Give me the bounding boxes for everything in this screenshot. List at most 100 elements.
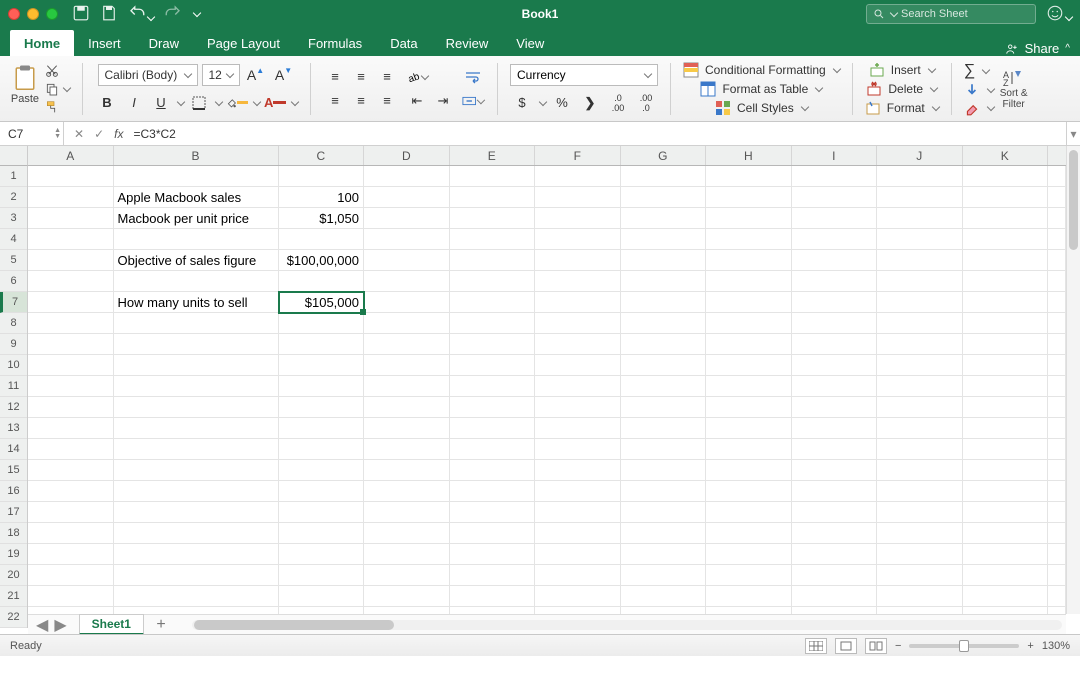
- delete-cells-button[interactable]: Delete: [866, 81, 937, 97]
- cell[interactable]: [621, 418, 707, 439]
- cell[interactable]: [114, 418, 279, 439]
- cell[interactable]: [621, 460, 707, 481]
- cell[interactable]: [450, 250, 536, 271]
- cell[interactable]: [621, 586, 707, 607]
- cell[interactable]: [450, 208, 536, 229]
- cell[interactable]: [364, 523, 450, 544]
- cell[interactable]: [535, 355, 621, 376]
- cell[interactable]: [450, 418, 536, 439]
- cell[interactable]: [28, 313, 114, 334]
- row-header[interactable]: 18: [0, 523, 27, 544]
- cell[interactable]: 100: [279, 187, 365, 208]
- align-left-button[interactable]: ≡: [323, 90, 347, 112]
- row-header[interactable]: 11: [0, 376, 27, 397]
- cell[interactable]: [792, 208, 878, 229]
- cell[interactable]: [792, 481, 878, 502]
- align-top-button[interactable]: ≡: [323, 66, 347, 88]
- cell[interactable]: [963, 271, 1049, 292]
- tab-view[interactable]: View: [502, 30, 558, 56]
- cell[interactable]: $1,050: [279, 208, 365, 229]
- cell[interactable]: [450, 292, 536, 313]
- cell[interactable]: [28, 334, 114, 355]
- cell[interactable]: [877, 271, 963, 292]
- cell[interactable]: [450, 481, 536, 502]
- increase-indent-button[interactable]: ⇥: [431, 90, 455, 112]
- cell[interactable]: [1048, 292, 1066, 313]
- decrease-font-button[interactable]: A▼: [272, 64, 296, 86]
- autosave-icon[interactable]: [72, 4, 90, 25]
- zoom-level[interactable]: 130%: [1042, 640, 1070, 652]
- cell[interactable]: [963, 439, 1049, 460]
- cell[interactable]: [621, 313, 707, 334]
- cell[interactable]: [706, 502, 792, 523]
- cell[interactable]: [28, 292, 114, 313]
- column-header[interactable]: K: [963, 146, 1049, 165]
- cell[interactable]: [877, 292, 963, 313]
- tab-page-layout[interactable]: Page Layout: [193, 30, 294, 56]
- cell[interactable]: [114, 523, 279, 544]
- cell[interactable]: [706, 565, 792, 586]
- cell[interactable]: [279, 460, 365, 481]
- tab-draw[interactable]: Draw: [135, 30, 193, 56]
- row-header[interactable]: 2: [0, 187, 27, 208]
- cell[interactable]: [792, 565, 878, 586]
- cell[interactable]: [706, 292, 792, 313]
- cell[interactable]: [28, 397, 114, 418]
- column-header[interactable]: G: [621, 146, 707, 165]
- cell[interactable]: [450, 376, 536, 397]
- cell[interactable]: [792, 439, 878, 460]
- cell[interactable]: [364, 229, 450, 250]
- qat-more-icon[interactable]: [192, 7, 200, 21]
- cell[interactable]: $100,00,000: [279, 250, 365, 271]
- column-header[interactable]: B: [114, 146, 279, 165]
- align-middle-button[interactable]: ≡: [349, 66, 373, 88]
- cell[interactable]: [621, 208, 707, 229]
- cell[interactable]: [28, 586, 114, 607]
- cell[interactable]: [963, 187, 1049, 208]
- cell[interactable]: [114, 565, 279, 586]
- cell[interactable]: [792, 418, 878, 439]
- cell[interactable]: [28, 229, 114, 250]
- cut-button[interactable]: [44, 63, 70, 79]
- cell[interactable]: [364, 586, 450, 607]
- cell[interactable]: [963, 376, 1049, 397]
- zoom-in-button[interactable]: +: [1027, 640, 1033, 652]
- cell[interactable]: [963, 460, 1049, 481]
- cell[interactable]: [114, 481, 279, 502]
- cell[interactable]: [28, 250, 114, 271]
- cell[interactable]: [364, 166, 450, 187]
- cell[interactable]: [28, 523, 114, 544]
- cell[interactable]: [279, 376, 365, 397]
- cell[interactable]: [963, 292, 1049, 313]
- cell[interactable]: [535, 460, 621, 481]
- normal-view-button[interactable]: [805, 638, 827, 654]
- row-header[interactable]: 10: [0, 355, 27, 376]
- cell[interactable]: [450, 397, 536, 418]
- cell[interactable]: [364, 271, 450, 292]
- cell[interactable]: [1048, 397, 1066, 418]
- cell[interactable]: [28, 166, 114, 187]
- decrease-indent-button[interactable]: ⇤: [405, 90, 429, 112]
- cell[interactable]: [279, 544, 365, 565]
- cell[interactable]: [963, 208, 1049, 229]
- row-header[interactable]: 20: [0, 565, 27, 586]
- cell[interactable]: [535, 586, 621, 607]
- cell[interactable]: [1048, 481, 1066, 502]
- cell[interactable]: [28, 418, 114, 439]
- cell[interactable]: [963, 523, 1049, 544]
- cell[interactable]: [621, 271, 707, 292]
- cell[interactable]: [877, 376, 963, 397]
- cell[interactable]: [114, 460, 279, 481]
- row-header[interactable]: 13: [0, 418, 27, 439]
- search-sheet-input[interactable]: Search Sheet: [866, 4, 1036, 24]
- copy-button[interactable]: [44, 81, 70, 97]
- cell[interactable]: [535, 208, 621, 229]
- align-right-button[interactable]: ≡: [375, 90, 399, 112]
- cell[interactable]: [792, 292, 878, 313]
- feedback-smiley-icon[interactable]: [1046, 4, 1072, 25]
- cell[interactable]: [279, 334, 365, 355]
- row-header[interactable]: 12: [0, 397, 27, 418]
- cell[interactable]: [114, 502, 279, 523]
- cell[interactable]: [877, 439, 963, 460]
- cell[interactable]: [621, 502, 707, 523]
